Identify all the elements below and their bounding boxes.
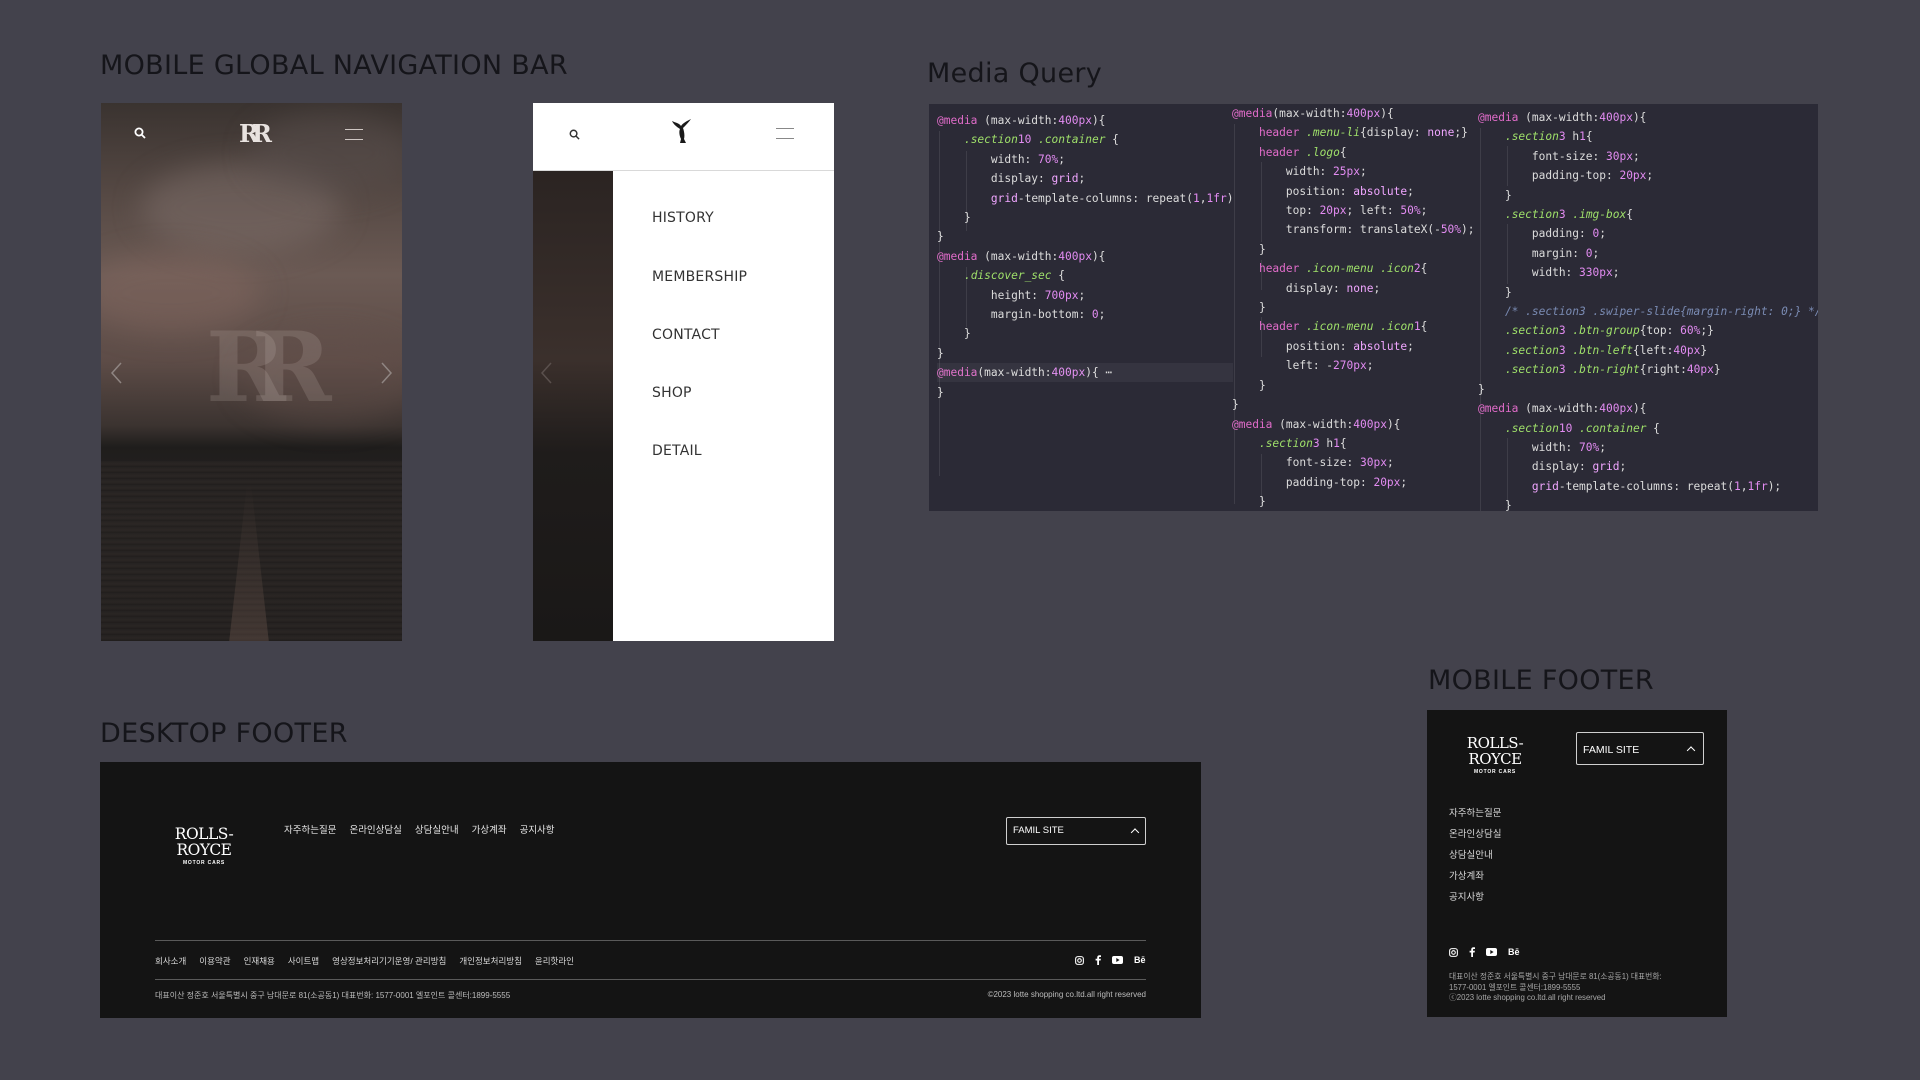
company-address: 대표이산 정준호 서울특별시 중구 남대문로 81(소공동1) 대표번화: 15… — [1449, 972, 1662, 1002]
policy-link-sitemap[interactable]: 사이트맵 — [288, 955, 319, 967]
code-column-2: @media(max-width:400px){ header .menu-li… — [1232, 104, 1478, 511]
desktop-footer-nav: 자주하는질문 온라인상담실 상담실안내 가상계좌 공지사항 — [284, 822, 555, 836]
menu-item-shop[interactable]: SHOP — [652, 385, 692, 401]
policy-link-terms[interactable]: 이용약관 — [199, 955, 230, 967]
footer-link-notice[interactable]: 공지사항 — [1449, 887, 1501, 908]
youtube-icon[interactable] — [1486, 948, 1497, 956]
hamburger-menu-icon[interactable] — [776, 128, 794, 140]
mobile-footer-section-title: MOBILE FOOTER — [1428, 665, 1654, 696]
mobile-nav-section-title: MOBILE GLOBAL NAVIGATION BAR — [100, 50, 568, 81]
chevron-up-icon — [1130, 828, 1140, 837]
spirit-of-ecstasy-logo-icon[interactable] — [670, 117, 692, 145]
desktop-footer-section-title: DESKTOP FOOTER — [100, 718, 348, 749]
mobile-menu-header — [533, 103, 834, 171]
footer-link-faq[interactable]: 자주하는질문 — [1449, 803, 1501, 824]
footer-link-online-consult[interactable]: 온라인상담실 — [349, 822, 401, 836]
desktop-footer: ROLLS-ROYCE MOTOR CARS 자주하는질문 온라인상담실 상담실… — [100, 762, 1201, 1018]
hamburger-menu-icon[interactable] — [345, 129, 363, 141]
copyright-text: ©2023 lotte shopping co.ltd.all right re… — [987, 990, 1146, 999]
mobile-header: RR — [101, 103, 402, 167]
menu-item-history[interactable]: HISTORY — [652, 210, 714, 226]
footer-link-virtual-account[interactable]: 가상계좌 — [472, 822, 507, 836]
code-text-column-2: @media(max-width:400px){ header .menu-li… — [1232, 107, 1475, 509]
behance-icon[interactable]: Bē — [1134, 955, 1146, 965]
footer-divider — [155, 940, 1146, 941]
search-icon[interactable] — [569, 129, 580, 140]
menu-item-detail[interactable]: DETAIL — [652, 443, 702, 459]
code-text-column-3: @media (max-width:400px){ .section3 h1{ … — [1478, 111, 1818, 511]
social-links: Bē — [1449, 947, 1520, 957]
rolls-royce-brand-logo[interactable]: ROLLS-ROYCE MOTOR CARS — [155, 826, 253, 868]
policy-link-cctv[interactable]: 영상정보처리기기운영/ 관리방침 — [332, 955, 446, 967]
chevron-left-icon — [540, 362, 552, 384]
menu-item-membership[interactable]: MEMBERSHIP — [652, 269, 747, 285]
rr-logo[interactable]: RR — [239, 119, 272, 149]
footer-link-online-consult[interactable]: 온라인상담실 — [1449, 824, 1501, 845]
family-site-select[interactable]: FAMIL SITE — [1576, 732, 1704, 765]
media-query-section-title: Media Query — [927, 58, 1103, 89]
mobile-menu-mockup: HISTORY MEMBERSHIP CONTACT SHOP DETAIL — [533, 103, 834, 641]
instagram-icon[interactable] — [1075, 955, 1084, 965]
hero-strip-background — [533, 171, 613, 641]
mobile-hero-mockup: RR RR — [101, 103, 402, 641]
code-text-column-1: @media (max-width:400px){ .section10 .co… — [937, 114, 1233, 399]
rolls-royce-brand-logo[interactable]: ROLLS-ROYCE MOTOR CARS — [1448, 735, 1542, 777]
footer-link-virtual-account[interactable]: 가상계좌 — [1449, 866, 1501, 887]
policy-link-careers[interactable]: 인재채용 — [244, 955, 275, 967]
policy-link-company[interactable]: 회사소개 — [155, 955, 186, 967]
footer-link-notice[interactable]: 공지사항 — [520, 822, 555, 836]
footer-link-faq[interactable]: 자주하는질문 — [284, 822, 336, 836]
mobile-footer: ROLLS-ROYCE MOTOR CARS FAMIL SITE 자주하는질문… — [1427, 710, 1727, 1017]
search-icon[interactable] — [134, 127, 146, 139]
policy-link-ethics[interactable]: 윤리핫라인 — [535, 955, 574, 967]
company-address: 대표이산 정준호 서울특별시 중구 남대문로 81(소공동1) 대표번화: 15… — [155, 991, 511, 1000]
family-site-select[interactable]: FAMIL SITE — [1006, 817, 1146, 845]
facebook-icon[interactable] — [1469, 947, 1475, 957]
footer-link-consult-guide[interactable]: 상담실안내 — [1449, 845, 1501, 866]
footer-divider — [155, 979, 1146, 980]
policy-link-privacy[interactable]: 개인정보처리방침 — [459, 955, 522, 967]
behance-icon[interactable]: Bē — [1508, 947, 1520, 957]
chevron-left-icon[interactable] — [109, 361, 123, 385]
chevron-up-icon — [1686, 745, 1696, 755]
facebook-icon[interactable] — [1095, 955, 1101, 965]
menu-item-contact[interactable]: CONTACT — [652, 327, 720, 343]
footer-link-consult-guide[interactable]: 상담실안내 — [415, 822, 459, 836]
family-site-label: FAMIL SITE — [1583, 744, 1640, 756]
youtube-icon[interactable] — [1112, 956, 1123, 964]
code-column-3: @media (max-width:400px){ .section3 h1{ … — [1478, 108, 1818, 511]
chevron-right-icon[interactable] — [380, 361, 394, 385]
social-links: Bē — [1075, 955, 1146, 965]
instagram-icon[interactable] — [1449, 947, 1458, 957]
mobile-footer-nav: 자주하는질문 온라인상담실 상담실안내 가상계좌 공지사항 — [1449, 803, 1501, 908]
media-query-code-screenshot: @media (max-width:400px){ .section10 .co… — [929, 104, 1818, 511]
family-site-label: FAMIL SITE — [1013, 825, 1064, 836]
desktop-footer-policy-links: 회사소개 이용약관 인재채용 사이트맵 영상정보처리기기운영/ 관리방침 개인정… — [155, 955, 574, 967]
code-column-1: @media (max-width:400px){ .section10 .co… — [937, 111, 1233, 511]
hero-rr-watermark: RR — [206, 311, 331, 424]
copyright-text: ⓒ2023 lotte shopping co.ltd.all right re… — [1449, 993, 1606, 1002]
